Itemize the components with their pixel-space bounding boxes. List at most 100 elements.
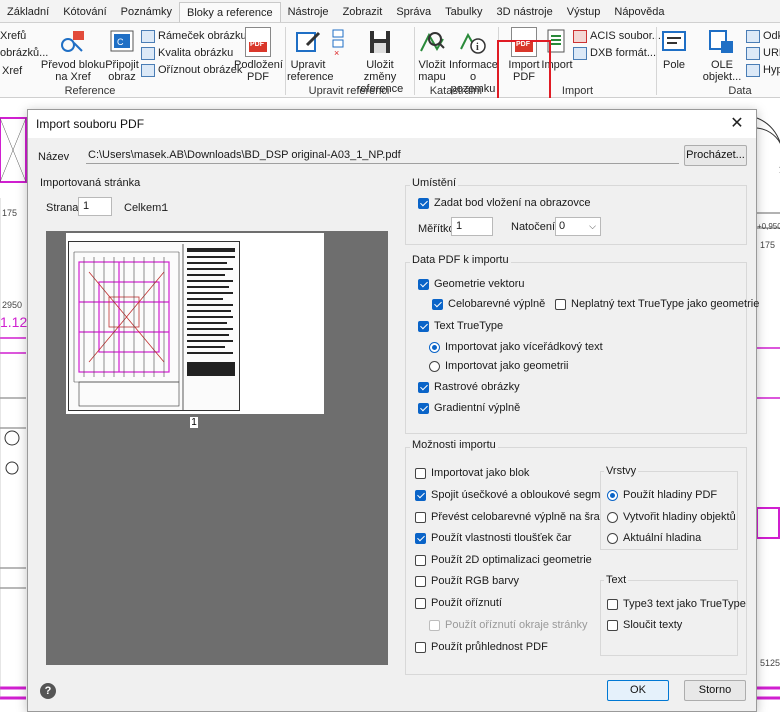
clip-image-label: Oříznout obrázek bbox=[158, 64, 243, 76]
url-label: URL bbox=[763, 47, 780, 59]
tab-vystup[interactable]: Výstup bbox=[560, 2, 608, 22]
clip-image-icon bbox=[141, 63, 155, 77]
vector-geometry-checkbox[interactable]: Geometrie vektoru bbox=[418, 278, 524, 290]
transparency-checkbox[interactable]: Použít průhlednost PDF bbox=[415, 641, 548, 653]
truetype-text-checkbox[interactable]: Text TrueType bbox=[418, 320, 503, 332]
cancel-button[interactable]: Storno bbox=[684, 680, 746, 701]
object-layers-label: Vytvořit hladiny objektů bbox=[623, 511, 736, 523]
join-segments-checkbox[interactable]: Spojit úsečkové a obloukové segmenty bbox=[415, 489, 621, 501]
checkbox-unchecked bbox=[415, 641, 426, 653]
page-thumbnail[interactable] bbox=[66, 233, 324, 414]
data-link-button[interactable]: Odk bbox=[746, 28, 780, 44]
type3-truetype-checkbox[interactable]: Type3 text jako TrueType bbox=[607, 598, 746, 610]
checkbox-unchecked bbox=[607, 619, 618, 631]
gradient-fills-checkbox[interactable]: Gradientní výplně bbox=[418, 402, 520, 414]
tab-sprava[interactable]: Správa bbox=[389, 2, 438, 22]
lineweights-checkbox[interactable]: Použít vlastnosti tloušťek čar bbox=[415, 532, 571, 544]
cad-dimension: 2950 bbox=[2, 300, 23, 310]
tab-3d-nastroje[interactable]: 3D nástroje bbox=[489, 2, 559, 22]
rgb-colors-checkbox[interactable]: Použít RGB barvy bbox=[415, 575, 519, 587]
block-xref-icon bbox=[61, 31, 84, 52]
merge-texts-checkbox[interactable]: Sloučit texty bbox=[607, 619, 682, 631]
edit-reference-icon bbox=[296, 31, 321, 52]
import-multiline-radio[interactable]: Importovat jako víceřádkový text bbox=[429, 341, 603, 353]
page-number-input[interactable]: 1 bbox=[78, 197, 112, 216]
checkbox-unchecked bbox=[415, 597, 426, 609]
xref-bottom-label: Xref bbox=[2, 65, 23, 77]
checkbox-checked bbox=[432, 298, 443, 310]
edit-reference-label: Upravit reference bbox=[287, 59, 334, 83]
cad-level-text: +0,950 bbox=[757, 222, 780, 231]
cad-dimension: 175 bbox=[760, 240, 776, 250]
checkbox-unchecked bbox=[415, 511, 426, 523]
merge-texts-label: Sloučit texty bbox=[623, 619, 683, 631]
acis-file-button[interactable]: ACIS soubor... bbox=[573, 28, 661, 44]
close-icon[interactable]: ✕ bbox=[728, 115, 746, 133]
ole-object-label: OLE objekt... bbox=[702, 59, 742, 83]
hyperlink-icon bbox=[746, 63, 760, 77]
solid-fills-label: Celobarevné výplně bbox=[448, 298, 546, 310]
raster-images-checkbox[interactable]: Rastrové obrázky bbox=[418, 381, 520, 393]
image-quality-icon bbox=[141, 46, 155, 60]
attach-image-button[interactable]: C Připojit obraz bbox=[104, 27, 140, 83]
specify-point-checkbox[interactable]: Zadat bod vložení na obrazovce bbox=[418, 197, 591, 209]
field-label: Pole bbox=[662, 59, 686, 71]
refedit-tools-button[interactable]: × bbox=[328, 27, 350, 59]
scale-input[interactable]: 1 bbox=[451, 217, 493, 236]
browse-button[interactable]: Procházet... bbox=[684, 145, 747, 166]
import-pdf-dialog: Import souboru PDF ✕ Název C:\Users\mase… bbox=[27, 109, 759, 712]
use-pdf-layers-radio[interactable]: Použít hladiny PDF bbox=[607, 489, 717, 501]
tab-tabulky[interactable]: Tabulky bbox=[438, 2, 489, 22]
pdf-underlay-button[interactable]: PDF Podložení PDF bbox=[234, 27, 283, 83]
object-layers-radio[interactable]: Vytvořit hladiny objektů bbox=[607, 511, 736, 523]
tab-napoveda[interactable]: Nápověda bbox=[607, 2, 671, 22]
file-path-field[interactable]: C:\Users\masek.AB\Downloads\BD_DSP origi… bbox=[86, 146, 679, 164]
invalid-truetype-checkbox[interactable]: Neplatný text TrueType jako geometrie bbox=[555, 298, 759, 310]
rotation-label: Natočení: bbox=[511, 221, 559, 233]
group-separator bbox=[285, 27, 286, 95]
tab-bloky-a-reference[interactable]: Bloky a reference bbox=[178, 2, 281, 22]
import-geometry-radio[interactable]: Importovat jako geometrii bbox=[429, 360, 569, 372]
page-clip-checkbox[interactable]: Použít oříznutí okraje stránky bbox=[429, 619, 587, 631]
convert-block-to-xref-button[interactable]: Převod bloku na Xref bbox=[40, 27, 106, 83]
acis-icon bbox=[573, 29, 587, 43]
group-label-upravit: Upravit referenci bbox=[308, 85, 390, 97]
ok-button[interactable]: OK bbox=[607, 680, 669, 701]
field-button[interactable]: Pole bbox=[658, 27, 690, 71]
dxb-icon bbox=[573, 46, 587, 60]
tab-zobrazit[interactable]: Zobrazit bbox=[336, 2, 390, 22]
tab-zakladni[interactable]: Základní bbox=[0, 2, 56, 22]
url-button[interactable]: URL bbox=[746, 45, 780, 61]
page-label: Strana bbox=[46, 202, 79, 214]
ole-object-button[interactable]: OLE objekt... bbox=[700, 27, 744, 83]
insert-map-button[interactable]: Vložit mapu bbox=[415, 27, 449, 83]
hyperlink-button[interactable]: Hyp bbox=[746, 62, 780, 78]
cad-level-label: 1.12 bbox=[0, 314, 28, 330]
lineweights-label: Použít vlastnosti tloušťek čar bbox=[431, 532, 572, 544]
solid-fills-checkbox[interactable]: Celobarevné výplně bbox=[432, 298, 545, 310]
tab-poznamky[interactable]: Poznámky bbox=[114, 2, 179, 22]
dxb-format-button[interactable]: DXB formát... bbox=[573, 45, 656, 61]
info-icon: i bbox=[460, 32, 486, 54]
image-quality-button[interactable]: Kvalita obrázku bbox=[141, 45, 233, 61]
clip-image-button[interactable]: Oříznout obrázek bbox=[141, 62, 242, 78]
help-icon[interactable]: ? bbox=[40, 683, 56, 699]
edit-reference-button[interactable]: Upravit reference bbox=[287, 27, 333, 83]
attach-image-label: Připojit obraz bbox=[105, 59, 139, 83]
optimize-2d-checkbox[interactable]: Použít 2D optimalizaci geometrie bbox=[415, 554, 592, 566]
current-layer-radio[interactable]: Aktuální hladina bbox=[607, 532, 701, 544]
checkbox-unchecked bbox=[415, 575, 426, 587]
convert-fills-checkbox[interactable]: Převést celobarevné výplně na šrafy bbox=[415, 511, 608, 523]
vector-geometry-label: Geometrie vektoru bbox=[434, 278, 525, 290]
image-frame-button[interactable]: Rámeček obrázku bbox=[141, 28, 247, 44]
xref-button[interactable]: Xref bbox=[2, 63, 22, 79]
xref-manager-button[interactable]: Xrefů bbox=[0, 28, 26, 44]
rotation-select[interactable]: 0 ⌵ bbox=[555, 217, 601, 236]
imported-page-title: Importovaná stránka bbox=[40, 177, 141, 189]
clipping-checkbox[interactable]: Použít oříznutí bbox=[415, 597, 502, 609]
tab-nastroje[interactable]: Nástroje bbox=[281, 2, 336, 22]
tab-kotovani[interactable]: Kótování bbox=[56, 2, 113, 22]
svg-text:×: × bbox=[334, 48, 339, 57]
import-as-block-checkbox[interactable]: Importovat jako blok bbox=[415, 467, 529, 479]
rgb-colors-label: Použít RGB barvy bbox=[431, 575, 520, 587]
